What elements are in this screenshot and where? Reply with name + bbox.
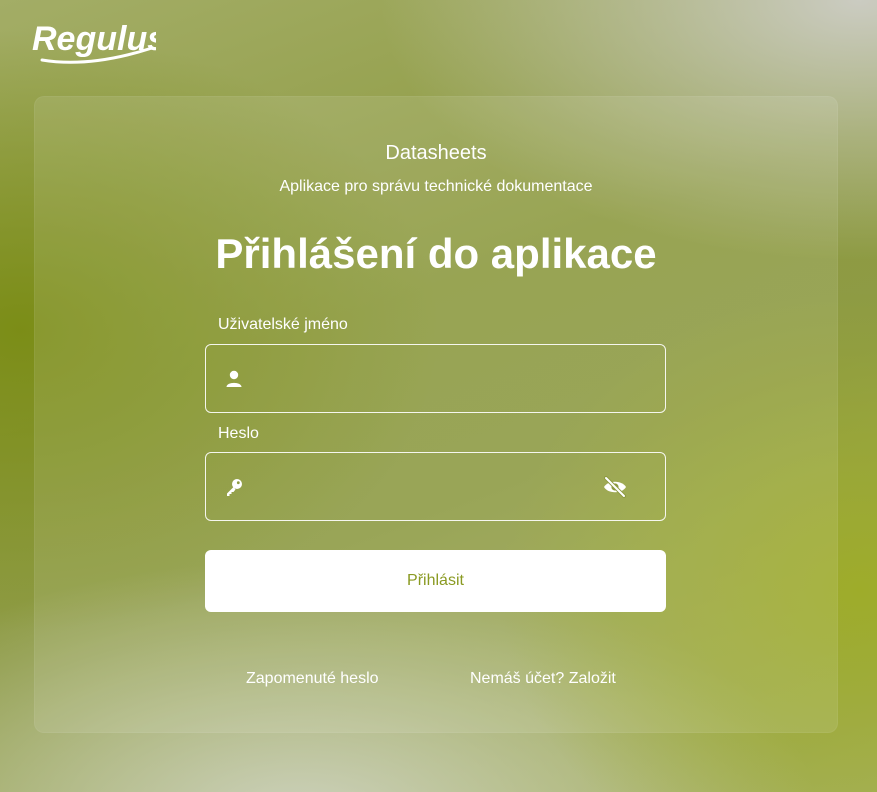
forgot-password-link[interactable]: Zapomenuté heslo: [246, 670, 379, 688]
password-label: Heslo: [218, 425, 259, 442]
login-button[interactable]: Přihlásit: [205, 550, 666, 612]
username-field[interactable]: [205, 344, 666, 414]
user-icon: [226, 370, 242, 387]
username-label: Uživatelské jméno: [218, 316, 348, 333]
password-input[interactable]: [256, 453, 600, 522]
eye-slash-icon[interactable]: [602, 475, 628, 499]
username-input[interactable]: [256, 345, 600, 414]
regulus-logo: Regulus: [30, 14, 166, 66]
app-name: Datasheets: [385, 142, 487, 164]
app-subtitle: Aplikace pro správu technické dokumentac…: [279, 178, 593, 195]
login-card: Datasheets Aplikace pro správu technické…: [34, 96, 838, 733]
password-field[interactable]: [205, 452, 666, 522]
login-title: Přihlášení do aplikace: [215, 230, 657, 277]
register-link[interactable]: Nemáš účet? Založit: [470, 670, 616, 688]
key-icon: [227, 479, 242, 496]
